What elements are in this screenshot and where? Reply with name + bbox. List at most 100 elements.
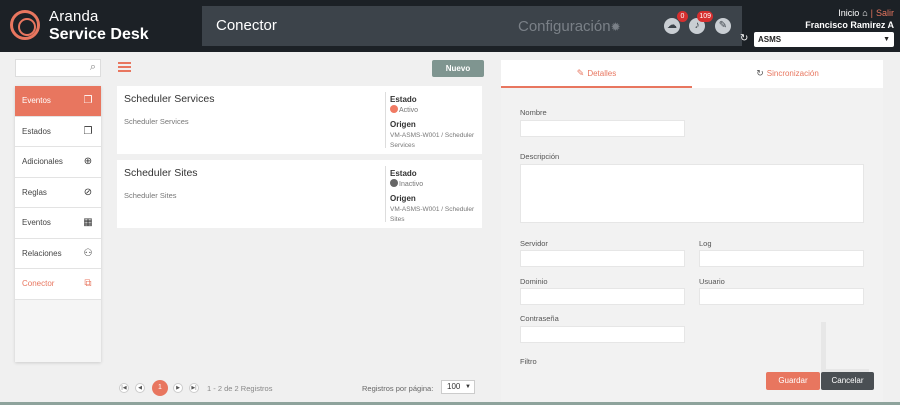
- first-page-button[interactable]: |◀: [119, 383, 129, 393]
- tools-button[interactable]: ✎: [715, 18, 731, 34]
- chevron-down-icon: ▼: [465, 384, 471, 390]
- status-inactive-icon: [390, 179, 398, 187]
- page-title: Conector: [216, 17, 277, 34]
- filtro-label: Filtro: [520, 357, 537, 366]
- origin-value: VM-ASMS-W001 / Scheduler Services: [390, 132, 475, 149]
- usuario-input[interactable]: [699, 288, 864, 305]
- workspace-value: ASMS: [758, 35, 782, 44]
- nombre-label: Nombre: [520, 108, 547, 117]
- app-header: Aranda Service Desk Conector Configuraci…: [0, 0, 900, 52]
- list-item[interactable]: Scheduler Sites Scheduler Sites Estado I…: [117, 160, 482, 228]
- sidebar-item-estados[interactable]: Estados ❐: [15, 117, 101, 147]
- sidebar-item-eventos-calendario[interactable]: Eventos ▦: [15, 208, 101, 239]
- tab-label: Detalles: [587, 69, 617, 78]
- last-page-button[interactable]: ▶|: [189, 383, 199, 393]
- cloud-icon: ☁: [667, 20, 677, 31]
- connector-icon: ⧉: [84, 278, 92, 289]
- cloud-notification-button[interactable]: ☁ 0: [664, 11, 688, 34]
- brand-line1: Aranda: [49, 8, 99, 25]
- sidebar-nav: Eventos ❐ Estados ❐ Adicionales ⊕ Reglas…: [15, 86, 101, 362]
- copy-icon: ❐: [83, 95, 93, 106]
- refresh-icon[interactable]: ↻: [740, 33, 748, 44]
- descripcion-textarea[interactable]: [520, 164, 864, 223]
- tab-detalles[interactable]: ✎ Detalles: [501, 60, 692, 88]
- brand-logo[interactable]: Aranda Service Desk: [10, 6, 200, 46]
- edit-watermark-icon: [821, 322, 869, 374]
- item-title: Scheduler Sites: [124, 167, 198, 179]
- cancel-button[interactable]: Cancelar: [821, 372, 874, 390]
- tools-icon: ✎: [718, 20, 728, 31]
- detail-tabs: ✎ Detalles ↻ Sincronización: [501, 60, 883, 88]
- tab-sincronizacion[interactable]: ↻ Sincronización: [692, 60, 883, 88]
- per-page-label: Registros por página:: [362, 384, 434, 393]
- bell-icon: ♪: [694, 20, 700, 31]
- user-name: Francisco Ramirez A: [805, 20, 894, 30]
- next-page-button[interactable]: ▶: [173, 383, 183, 393]
- current-page-button[interactable]: 1: [152, 380, 168, 396]
- plus-circle-icon: ⊕: [83, 156, 93, 167]
- origin-label: Origen: [390, 194, 416, 203]
- log-input[interactable]: [699, 250, 864, 267]
- dominio-label: Dominio: [520, 277, 548, 286]
- sidebar-search-input[interactable]: ⌕: [15, 59, 101, 77]
- new-button[interactable]: Nuevo: [432, 60, 484, 77]
- sidebar-item-relaciones[interactable]: Relaciones ⚇: [15, 239, 101, 269]
- pagination-info: 1 - 2 de 2 Registros: [207, 384, 273, 393]
- item-meta: Estado Inactivo Origen VM-ASMS-W001 / Sc…: [390, 169, 480, 225]
- logout-link[interactable]: Salir: [876, 8, 894, 18]
- prev-page-button[interactable]: ◀: [135, 383, 145, 393]
- per-page-select[interactable]: 100 ▼: [441, 380, 475, 394]
- state-label: Estado: [390, 169, 417, 178]
- per-page-value: 100: [447, 382, 461, 391]
- sidebar-filler: [15, 299, 101, 362]
- workspace-select[interactable]: ASMS ▼: [754, 32, 894, 47]
- home-icon[interactable]: ⌂: [862, 8, 867, 18]
- compass-icon: ⊘: [83, 186, 93, 198]
- sidebar-item-conector[interactable]: Conector ⧉: [15, 269, 101, 300]
- home-link[interactable]: Inicio: [838, 8, 859, 18]
- descripcion-label: Descripción: [520, 152, 560, 161]
- gear-icon: ✹: [610, 20, 621, 34]
- origin-label: Origen: [390, 120, 416, 129]
- divider: [385, 92, 386, 148]
- detail-panel: ✎ Detalles ↻ Sincronización Nombre Descrip…: [501, 60, 883, 403]
- contrasena-input[interactable]: [520, 326, 685, 343]
- section-title: Configuración✹: [518, 18, 621, 35]
- sidebar-item-reglas[interactable]: Reglas ⊘: [15, 178, 101, 208]
- menu-icon[interactable]: [118, 62, 131, 72]
- usuario-label: Usuario: [699, 277, 725, 286]
- calendar-clock-icon: ▦: [83, 217, 93, 228]
- sidebar-item-label: Relaciones: [22, 248, 62, 258]
- sync-icon: ↻: [756, 68, 764, 78]
- workspace-row: ↻ ASMS ▼: [740, 32, 894, 47]
- bell-notification-button[interactable]: ♪ 109: [689, 11, 713, 34]
- state-label: Estado: [390, 95, 417, 104]
- cloud-count-badge: 0: [677, 11, 688, 22]
- user-area: Inicio ⌂ | Salir Francisco Ramirez A: [744, 8, 894, 30]
- sidebar-item-adicionales[interactable]: Adicionales ⊕: [15, 147, 101, 178]
- servidor-input[interactable]: [520, 250, 685, 267]
- sidebar-item-label: Conector: [22, 279, 55, 288]
- sidebar-item-label: Eventos: [22, 96, 51, 105]
- item-meta: Estado Activo Origen VM-ASMS-W001 / Sche…: [390, 95, 480, 151]
- log-label: Log: [699, 239, 712, 248]
- nombre-input[interactable]: [520, 120, 685, 137]
- header-bar: Conector Configuración✹ ☁ 0 ♪ 109 ✎: [202, 6, 742, 46]
- divider: [385, 166, 386, 222]
- search-icon[interactable]: ⌕: [90, 61, 96, 74]
- sidebar-item-eventos[interactable]: Eventos ❐: [15, 86, 101, 117]
- list-item[interactable]: Scheduler Services Scheduler Services Es…: [117, 86, 482, 154]
- save-button[interactable]: Guardar: [766, 372, 820, 390]
- tab-label: Sincronización: [766, 69, 819, 78]
- section-title-text: Configuración: [518, 18, 611, 35]
- chevron-down-icon: ▼: [883, 36, 890, 43]
- sidebar-item-label: Reglas: [22, 187, 47, 197]
- edit-icon: ✎: [576, 68, 585, 78]
- origin-value: VM-ASMS-W001 / Scheduler Sites: [390, 206, 475, 223]
- sidebar-item-label: Eventos: [22, 218, 51, 227]
- dominio-input[interactable]: [520, 288, 685, 305]
- network-icon: ⚇: [83, 247, 93, 259]
- item-subtitle: Scheduler Sites: [124, 191, 177, 200]
- user-links: Inicio ⌂ | Salir: [838, 8, 894, 18]
- status-active-icon: [390, 105, 398, 113]
